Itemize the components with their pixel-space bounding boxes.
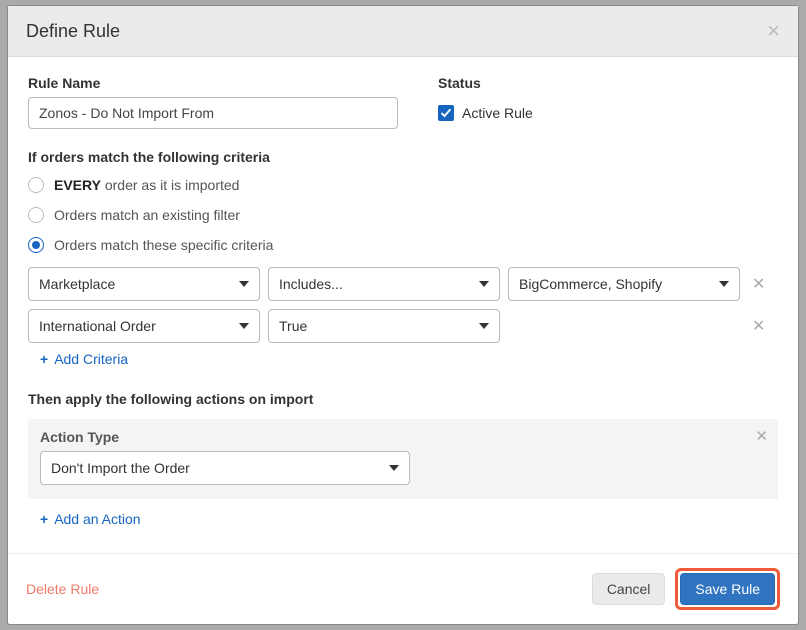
radio-existing-label: Orders match an existing filter xyxy=(54,207,240,223)
active-rule-checkbox[interactable] xyxy=(438,105,454,121)
radio-every[interactable] xyxy=(28,177,44,193)
action-type-label: Action Type xyxy=(40,429,766,445)
criteria-operator-value: Includes... xyxy=(279,276,343,292)
criteria-operator-select[interactable]: Includes... xyxy=(268,267,500,301)
criteria-field-value: International Order xyxy=(39,318,156,334)
save-rule-button[interactable]: Save Rule xyxy=(680,573,775,605)
criteria-field-select[interactable]: Marketplace xyxy=(28,267,260,301)
rule-name-label: Rule Name xyxy=(28,75,398,91)
action-type-value: Don't Import the Order xyxy=(51,460,190,476)
radio-every-label: EVERY order as it is imported xyxy=(54,177,239,193)
status-group: Status Active Rule xyxy=(438,75,533,129)
criteria-value-value: BigCommerce, Shopify xyxy=(519,276,662,292)
chevron-down-icon xyxy=(239,323,249,329)
add-action-link[interactable]: + Add an Action xyxy=(40,511,778,527)
chevron-down-icon xyxy=(719,281,729,287)
chevron-down-icon xyxy=(389,465,399,471)
modal-footer: Delete Rule Cancel Save Rule xyxy=(8,553,798,624)
footer-buttons: Cancel Save Rule xyxy=(592,568,780,610)
check-icon xyxy=(440,107,452,119)
action-type-select[interactable]: Don't Import the Order xyxy=(40,451,410,485)
modal-body: Rule Name Status Active Rule If orders m… xyxy=(8,57,798,553)
rule-name-group: Rule Name xyxy=(28,75,398,129)
delete-rule-link[interactable]: Delete Rule xyxy=(26,581,99,597)
remove-criteria-icon[interactable]: ✕ xyxy=(748,316,769,336)
criteria-option-every[interactable]: EVERY order as it is imported xyxy=(28,177,778,193)
plus-icon: + xyxy=(40,351,48,367)
cancel-button[interactable]: Cancel xyxy=(592,573,666,605)
save-button-highlight: Save Rule xyxy=(675,568,780,610)
radio-specific-label: Orders match these specific criteria xyxy=(54,237,273,253)
close-icon[interactable]: × xyxy=(767,20,780,42)
action-card: ✕ Action Type Don't Import the Order xyxy=(28,419,778,499)
active-rule-checkbox-row[interactable]: Active Rule xyxy=(438,97,533,129)
chevron-down-icon xyxy=(479,323,489,329)
criteria-value-select[interactable]: BigCommerce, Shopify xyxy=(508,267,740,301)
criteria-operator-select[interactable]: True xyxy=(268,309,500,343)
plus-icon: + xyxy=(40,511,48,527)
remove-criteria-icon[interactable]: ✕ xyxy=(748,274,769,294)
actions-block: Then apply the following actions on impo… xyxy=(28,391,778,527)
radio-existing[interactable] xyxy=(28,207,44,223)
radio-specific[interactable] xyxy=(28,237,44,253)
active-rule-checkbox-label: Active Rule xyxy=(462,105,533,121)
criteria-operator-value: True xyxy=(279,318,307,334)
criteria-option-existing[interactable]: Orders match an existing filter xyxy=(28,207,778,223)
criteria-row: International Order True ✕ xyxy=(28,309,778,343)
add-criteria-link[interactable]: + Add Criteria xyxy=(40,351,778,367)
add-criteria-label: Add Criteria xyxy=(54,351,128,367)
actions-heading: Then apply the following actions on impo… xyxy=(28,391,778,407)
modal-title: Define Rule xyxy=(26,21,120,42)
chevron-down-icon xyxy=(239,281,249,287)
chevron-down-icon xyxy=(479,281,489,287)
criteria-heading: If orders match the following criteria xyxy=(28,149,778,165)
criteria-field-select[interactable]: International Order xyxy=(28,309,260,343)
criteria-field-value: Marketplace xyxy=(39,276,115,292)
rule-name-status-row: Rule Name Status Active Rule xyxy=(28,75,778,129)
define-rule-modal: Define Rule × Rule Name Status Active Ru… xyxy=(7,5,799,625)
remove-action-icon[interactable]: ✕ xyxy=(755,427,768,445)
add-action-label: Add an Action xyxy=(54,511,140,527)
modal-header: Define Rule × xyxy=(8,6,798,57)
status-label: Status xyxy=(438,75,533,91)
criteria-option-specific[interactable]: Orders match these specific criteria xyxy=(28,237,778,253)
rule-name-input[interactable] xyxy=(28,97,398,129)
criteria-row: Marketplace Includes... BigCommerce, Sho… xyxy=(28,267,778,301)
